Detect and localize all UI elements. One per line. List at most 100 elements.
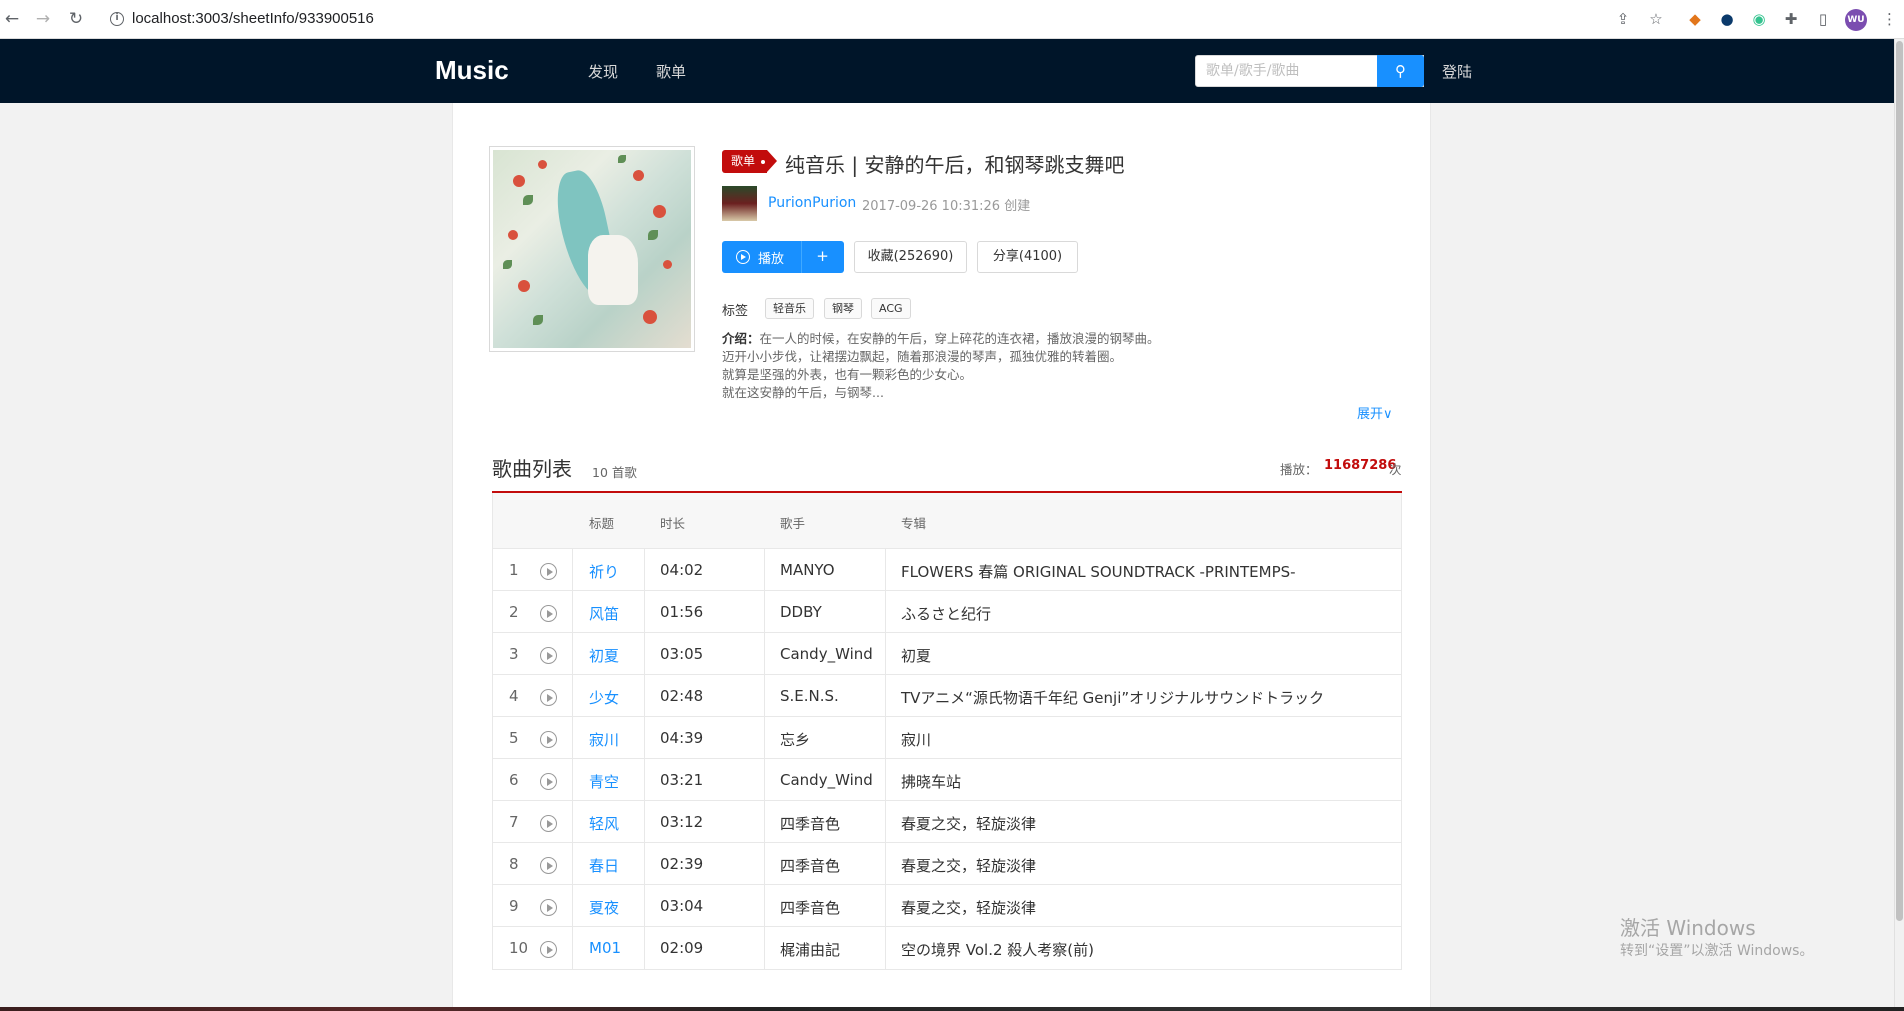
song-title-link[interactable]: 初夏 — [589, 645, 619, 666]
table-row[interactable]: 6 青空 03:21 Candy_Wind 拂晓车站 — [493, 759, 1401, 801]
table-row[interactable]: 8 春日 02:39 四季音色 春夏之交，轻旋淡律 — [493, 843, 1401, 885]
song-duration: 03:12 — [660, 813, 704, 831]
column-title: 标题 — [589, 516, 615, 531]
song-title-link[interactable]: 夏夜 — [589, 897, 619, 918]
song-artist[interactable]: 四季音色 — [780, 813, 840, 834]
login-link[interactable]: 登陆 — [1442, 61, 1472, 82]
song-title-link[interactable]: 青空 — [589, 771, 619, 792]
back-icon[interactable]: ← — [2, 9, 22, 29]
song-album[interactable]: TVアニメ“源氏物语千年纪 Genji”オリジナルサウンドトラック — [901, 687, 1324, 708]
share-button[interactable]: 分享(4100) — [977, 241, 1078, 273]
song-artist[interactable]: MANYO — [780, 561, 835, 579]
row-number: 9 — [509, 897, 519, 915]
play-song-icon[interactable] — [540, 899, 557, 916]
creator-name-link[interactable]: PurionPurion — [768, 195, 856, 211]
site-info-icon[interactable]: i — [110, 12, 124, 26]
page-scrollbar[interactable] — [1894, 39, 1904, 1011]
tag-item[interactable]: 轻音乐 — [765, 298, 814, 319]
song-album[interactable]: 春夏之交，轻旋淡律 — [901, 855, 1036, 876]
nav-playlists[interactable]: 歌单 — [656, 61, 686, 82]
song-album[interactable]: 空の境界 Vol.2 殺人考察(前) — [901, 939, 1094, 960]
song-title-link[interactable]: M01 — [589, 939, 621, 957]
play-song-icon[interactable] — [540, 563, 557, 580]
play-all-button[interactable]: 播放 + — [722, 241, 844, 273]
extension-green-icon[interactable]: ◉ — [1750, 10, 1768, 28]
song-title-link[interactable]: 少女 — [589, 687, 619, 708]
song-title-link[interactable]: 春日 — [589, 855, 619, 876]
side-panel-icon[interactable]: ▯ — [1814, 10, 1832, 28]
nav-discover[interactable]: 发现 — [588, 61, 618, 82]
song-album[interactable]: 寂川 — [901, 729, 931, 750]
song-album[interactable]: 初夏 — [901, 645, 931, 666]
menu-kebab-icon[interactable]: ⋮ — [1882, 10, 1897, 28]
play-circle-icon — [736, 250, 750, 264]
row-number: 7 — [509, 813, 519, 831]
song-album[interactable]: ふるさと纪行 — [901, 603, 991, 624]
song-artist[interactable]: 四季音色 — [780, 855, 840, 876]
create-time: 2017-09-26 10:31:26 创建 — [862, 199, 1031, 214]
forward-icon[interactable]: → — [33, 9, 53, 29]
profile-avatar[interactable]: WU — [1845, 9, 1867, 31]
play-song-icon[interactable] — [540, 815, 557, 832]
song-album[interactable]: FLOWERS 春篇 ORIGINAL SOUNDTRACK -PRINTEMP… — [901, 561, 1296, 582]
song-album[interactable]: 春夏之交，轻旋淡律 — [901, 897, 1036, 918]
table-row[interactable]: 9 夏夜 03:04 四季音色 春夏之交，轻旋淡律 — [493, 885, 1401, 927]
extension-check-icon[interactable]: ● — [1718, 10, 1736, 28]
table-row[interactable]: 10 M01 02:09 梶浦由記 空の境界 Vol.2 殺人考察(前) — [493, 927, 1401, 969]
song-title-link[interactable]: 轻风 — [589, 813, 619, 834]
song-artist[interactable]: S.E.N.S. — [780, 687, 839, 705]
table-row[interactable]: 3 初夏 03:05 Candy_Wind 初夏 — [493, 633, 1401, 675]
site-logo[interactable]: Music — [435, 55, 509, 86]
song-artist[interactable]: Candy_Wind — [780, 771, 873, 789]
scrollbar-thumb[interactable] — [1896, 41, 1903, 921]
add-to-queue-button[interactable]: + — [801, 247, 844, 265]
song-artist[interactable]: 梶浦由記 — [780, 939, 840, 960]
table-row[interactable]: 1 祈り 04:02 MANYO FLOWERS 春篇 ORIGINAL SOUNDTR… — [493, 549, 1401, 591]
play-song-icon[interactable] — [540, 647, 557, 664]
song-title-link[interactable]: 寂川 — [589, 729, 619, 750]
song-title-link[interactable]: 风笛 — [589, 603, 619, 624]
expand-description-link[interactable]: 展开∨ — [1357, 403, 1393, 422]
play-song-icon[interactable] — [540, 731, 557, 748]
search-button[interactable]: ⚲ — [1377, 55, 1424, 87]
table-row[interactable]: 2 风笛 01:56 DDBY ふるさと纪行 — [493, 591, 1401, 633]
play-count-label: 播放： — [1280, 462, 1318, 477]
column-album: 专辑 — [901, 516, 927, 531]
row-number: 2 — [509, 603, 519, 621]
play-song-icon[interactable] — [540, 689, 557, 706]
song-duration: 04:02 — [660, 561, 704, 579]
row-number: 5 — [509, 729, 519, 747]
song-artist[interactable]: 忘乡 — [780, 729, 810, 750]
row-number: 10 — [509, 939, 529, 957]
table-row[interactable]: 4 少女 02:48 S.E.N.S. TVアニメ“源氏物语千年纪 Genji”オリジナ… — [493, 675, 1401, 717]
metamask-icon[interactable]: ◆ — [1686, 10, 1704, 28]
row-number: 8 — [509, 855, 519, 873]
song-title-link[interactable]: 祈り — [589, 561, 619, 582]
song-duration: 03:21 — [660, 771, 704, 789]
song-album[interactable]: 拂晓车站 — [901, 771, 961, 792]
song-artist[interactable]: DDBY — [780, 603, 822, 621]
address-bar[interactable]: localhost:3003/sheetInfo/933900516 — [132, 10, 374, 27]
reload-icon[interactable]: ↻ — [66, 9, 86, 29]
tag-item[interactable]: 钢琴 — [824, 298, 862, 319]
song-artist[interactable]: 四季音色 — [780, 897, 840, 918]
play-song-icon[interactable] — [540, 941, 557, 958]
collect-button[interactable]: 收藏(252690) — [854, 241, 967, 273]
play-song-icon[interactable] — [540, 773, 557, 790]
play-song-icon[interactable] — [540, 605, 557, 622]
extensions-puzzle-icon[interactable]: ✚ — [1782, 10, 1800, 28]
browser-toolbar: ← → ↻ i localhost:3003/sheetInfo/9339005… — [0, 0, 1904, 39]
table-row[interactable]: 7 轻风 03:12 四季音色 春夏之交，轻旋淡律 — [493, 801, 1401, 843]
tag-item[interactable]: ACG — [871, 298, 911, 319]
table-row[interactable]: 5 寂川 04:39 忘乡 寂川 — [493, 717, 1401, 759]
song-album[interactable]: 春夏之交，轻旋淡律 — [901, 813, 1036, 834]
bookmark-star-icon[interactable]: ☆ — [1647, 10, 1665, 28]
song-artist[interactable]: Candy_Wind — [780, 645, 873, 663]
windows-activation-hint: 转到“设置”以激活 Windows。 — [1620, 943, 1814, 959]
share-icon[interactable]: ⇪ — [1614, 10, 1632, 28]
creator-avatar[interactable] — [722, 186, 757, 221]
play-song-icon[interactable] — [540, 857, 557, 874]
windows-activation-title: 激活 Windows — [1620, 916, 1756, 940]
song-table: 标题 时长 歌手 专辑 1 祈り 04:02 MANYO FLOWERS 春篇 ORIG… — [492, 493, 1402, 970]
song-duration: 02:09 — [660, 939, 704, 957]
